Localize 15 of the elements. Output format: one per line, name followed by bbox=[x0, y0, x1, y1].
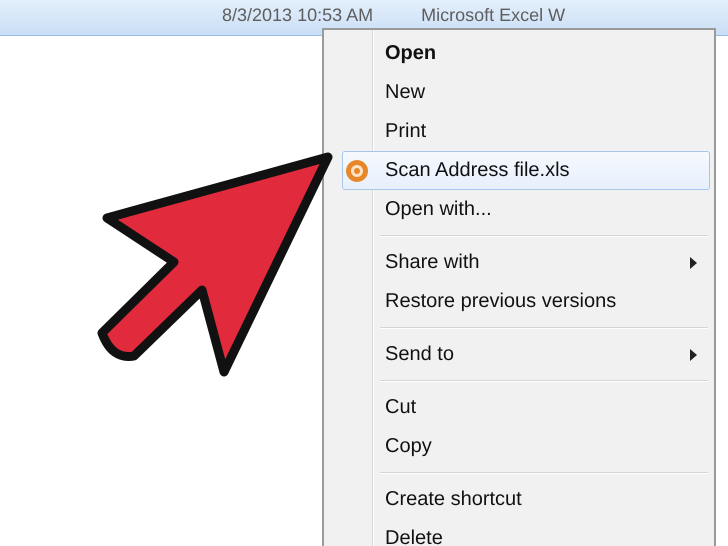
menu-item[interactable]: Create shortcut bbox=[342, 480, 710, 519]
circle-app-icon bbox=[345, 158, 369, 182]
menu-item[interactable]: Restore previous versions bbox=[342, 282, 710, 321]
menu-item[interactable]: New bbox=[342, 73, 710, 112]
date-modified-text: 8/3/2013 10:53 AM bbox=[222, 4, 374, 26]
menu-item[interactable]: Share with bbox=[342, 243, 710, 282]
menu-item[interactable]: Delete bbox=[342, 519, 710, 546]
menu-item[interactable]: Send to bbox=[342, 335, 710, 374]
file-type-text: Microsoft Excel W bbox=[421, 4, 566, 26]
menu-item[interactable]: Open with... bbox=[342, 190, 710, 229]
menu-item[interactable]: Print bbox=[342, 112, 710, 151]
menu-item[interactable]: Open bbox=[342, 34, 710, 73]
menu-item[interactable]: Copy bbox=[342, 427, 710, 466]
menu-item[interactable]: Scan Address file.xls bbox=[342, 151, 710, 190]
menu-item[interactable]: Cut bbox=[342, 388, 710, 427]
